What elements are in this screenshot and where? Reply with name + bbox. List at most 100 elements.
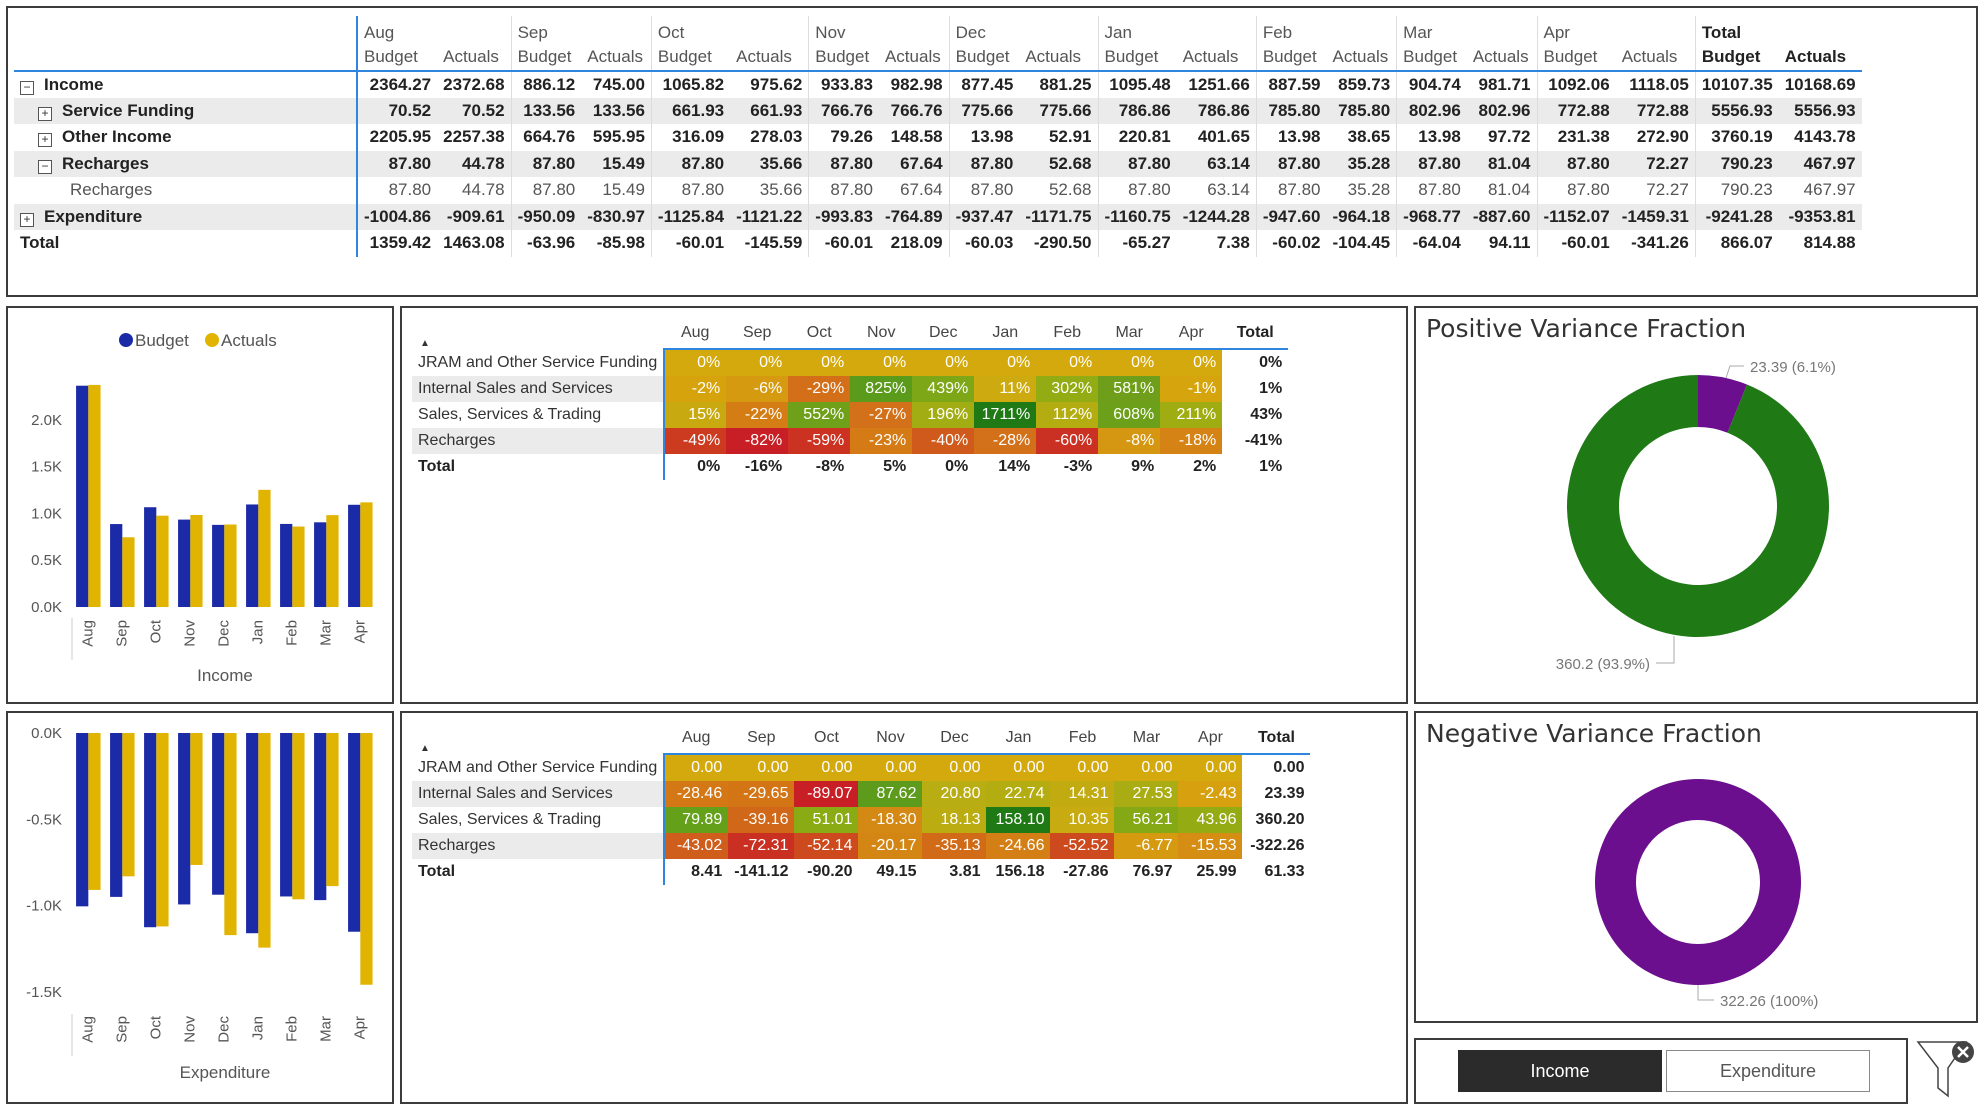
donut-slice[interactable] (1567, 375, 1829, 637)
month-header[interactable]: Mar (1098, 318, 1161, 350)
budget-header[interactable]: Budget (948, 43, 1020, 72)
actuals-header[interactable]: Actuals (437, 43, 512, 72)
actuals-header[interactable]: Actuals (581, 43, 652, 72)
expand-icon[interactable]: + (20, 212, 34, 227)
month-header[interactable]: Feb (1255, 16, 1397, 43)
month-header[interactable]: Nov (850, 318, 913, 350)
bar-budget[interactable] (144, 507, 157, 607)
month-header[interactable]: Jan (974, 318, 1037, 350)
total-header[interactable]: Total (1222, 318, 1289, 350)
bar-actuals[interactable] (156, 515, 169, 607)
legend-label[interactable]: Actuals (221, 331, 277, 350)
budget-header[interactable]: Budget (650, 43, 731, 72)
budget-header[interactable]: Budget (1536, 43, 1616, 72)
bar-actuals[interactable] (190, 733, 203, 865)
budget-header[interactable]: Budget (808, 43, 879, 72)
column-total: 9% (1131, 458, 1155, 475)
month-header[interactable]: Sep (728, 723, 795, 755)
bar-budget[interactable] (212, 733, 225, 895)
bar-actuals[interactable] (326, 515, 339, 607)
bar-budget[interactable] (280, 523, 293, 607)
bar-actuals[interactable] (292, 526, 305, 607)
month-header[interactable]: Aug (355, 16, 512, 43)
donut-slice[interactable] (1595, 779, 1801, 985)
month-header[interactable]: Apr (1160, 318, 1223, 350)
bar-actuals[interactable] (360, 502, 373, 607)
budget-header[interactable]: Budget (510, 43, 582, 72)
collapse-icon[interactable]: − (20, 80, 34, 95)
month-header[interactable]: Oct (788, 318, 851, 350)
budget-header[interactable]: Budget (1255, 43, 1327, 72)
bar-budget[interactable] (246, 504, 259, 607)
bar-budget[interactable] (314, 522, 327, 607)
bar-actuals[interactable] (292, 733, 305, 900)
month-header[interactable]: Aug (664, 723, 729, 755)
month-header[interactable]: Feb (1036, 318, 1099, 350)
bar-budget[interactable] (280, 733, 293, 897)
actuals-header[interactable]: Actuals (1326, 43, 1397, 72)
actuals-header[interactable]: Actuals (878, 43, 950, 72)
bar-budget[interactable] (76, 733, 89, 907)
month-header[interactable]: Sep (510, 16, 652, 43)
month-header[interactable]: Feb (1050, 723, 1115, 755)
month-header[interactable]: Dec (948, 16, 1098, 43)
budget-header[interactable]: Budget (1097, 43, 1177, 72)
month-header[interactable]: Jan (1097, 16, 1257, 43)
bar-actuals[interactable] (326, 733, 339, 887)
bar-budget[interactable] (178, 519, 191, 607)
month-header[interactable]: Mar (1396, 16, 1537, 43)
bar-actuals[interactable] (224, 524, 237, 607)
bar-actuals[interactable] (122, 537, 135, 607)
month-header[interactable]: Oct (650, 16, 809, 43)
legend-label[interactable]: Budget (135, 331, 189, 350)
collapse-icon[interactable]: − (38, 159, 52, 174)
bar-actuals[interactable] (88, 733, 101, 890)
expand-icon[interactable]: + (38, 106, 52, 121)
bar-budget[interactable] (212, 524, 225, 607)
bar-actuals[interactable] (258, 489, 271, 607)
actuals-header[interactable]: Actuals (730, 43, 809, 72)
bar-budget[interactable] (110, 733, 123, 897)
matrix-cell: 1359.42 (355, 230, 438, 257)
bar-actuals[interactable] (258, 733, 271, 948)
month-header[interactable]: Nov (808, 16, 950, 43)
bar-actuals[interactable] (122, 733, 135, 877)
bar-actuals[interactable] (156, 733, 169, 927)
bar-actuals[interactable] (360, 733, 373, 985)
budget-header[interactable]: Budget (1396, 43, 1467, 72)
actuals-header[interactable]: Actuals (1466, 43, 1537, 72)
bar-budget[interactable] (246, 733, 259, 934)
budget-header[interactable]: Budget (355, 43, 438, 72)
month-header[interactable]: Nov (858, 723, 923, 755)
total-header[interactable]: Total (1242, 723, 1311, 755)
bar-budget[interactable] (348, 733, 361, 932)
actuals-header[interactable]: Actuals (1019, 43, 1098, 72)
bar-actuals[interactable] (224, 733, 237, 936)
expand-icon[interactable]: + (38, 133, 52, 148)
total-header[interactable]: Total (1694, 16, 1862, 43)
bar-actuals[interactable] (190, 514, 203, 607)
month-header[interactable]: Apr (1536, 16, 1696, 43)
actuals-header[interactable]: Actuals (1176, 43, 1257, 72)
budget-header[interactable]: Budget (1694, 43, 1779, 72)
month-header[interactable]: Dec (912, 318, 975, 350)
expenditure-button[interactable]: Expenditure (1666, 1050, 1870, 1092)
bar-budget[interactable] (110, 524, 123, 607)
month-header[interactable]: Aug (664, 318, 727, 350)
month-header[interactable]: Mar (1114, 723, 1179, 755)
clear-filter-icon[interactable] (1914, 1038, 1976, 1100)
bar-budget[interactable] (76, 385, 89, 607)
bar-budget[interactable] (348, 504, 361, 607)
bar-budget[interactable] (178, 733, 191, 905)
bar-actuals[interactable] (88, 384, 101, 607)
bar-budget[interactable] (144, 733, 157, 928)
month-header[interactable]: Dec (922, 723, 987, 755)
month-header[interactable]: Oct (794, 723, 859, 755)
actuals-header[interactable]: Actuals (1615, 43, 1696, 72)
actuals-header[interactable]: Actuals (1778, 43, 1862, 72)
month-header[interactable]: Jan (986, 723, 1051, 755)
bar-budget[interactable] (314, 733, 327, 901)
month-header[interactable]: Apr (1178, 723, 1243, 755)
month-header[interactable]: Sep (726, 318, 789, 350)
income-button[interactable]: Income (1458, 1050, 1662, 1092)
